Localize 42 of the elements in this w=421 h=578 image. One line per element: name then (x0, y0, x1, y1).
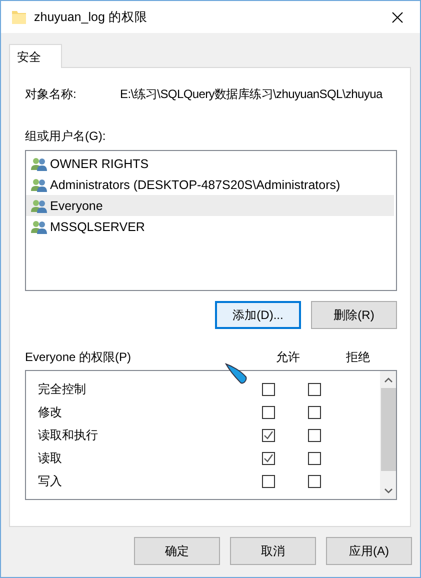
button[interactable]: 取消 (230, 537, 316, 565)
permission-name: 读取 (37, 450, 63, 467)
cursor-icon (225, 363, 249, 385)
users-icon (31, 220, 48, 234)
checkbox[interactable] (308, 452, 321, 465)
section-label: Everyone 的权限(P) (25, 349, 132, 366)
users-icon (31, 198, 48, 212)
button[interactable]: 确定 (134, 537, 220, 565)
users-icon (31, 178, 48, 192)
checkbox[interactable] (308, 383, 321, 396)
folder-icon (12, 10, 26, 24)
column-header: 拒绝 (346, 349, 371, 366)
scrollbar-thumb[interactable] (380, 388, 396, 471)
user-list-item[interactable]: OWNER RIGHTS (26, 153, 394, 174)
permission-name: 修改 (37, 404, 63, 421)
checkbox[interactable] (262, 429, 275, 442)
button[interactable]: 应用(A) (326, 537, 412, 565)
object-path: E:\练习\SQLQuery数据库练习\zhuyuanSQL\zhuyua (120, 86, 382, 103)
close-icon[interactable] (392, 12, 402, 22)
field-label: 对象名称: (25, 86, 78, 103)
section-label: 组或用户名(G): (25, 128, 107, 145)
checkbox[interactable] (308, 475, 321, 488)
checkbox[interactable] (308, 429, 321, 442)
button[interactable]: 添加(D)... (215, 301, 301, 329)
permission-name: 读取和执行 (37, 427, 99, 444)
user-list-item[interactable]: Administrators (DESKTOP-487S20S\Administrators) (26, 174, 394, 195)
scroll-down-icon[interactable] (384, 488, 392, 494)
button[interactable]: 删除(R) (311, 301, 397, 329)
users-icon (31, 156, 48, 170)
column-header: 允许 (276, 349, 301, 366)
window-title: zhuyuan_log 的权限 (34, 8, 148, 26)
checkbox[interactable] (262, 383, 275, 396)
permission-name: 完全控制 (37, 381, 87, 398)
checkbox[interactable] (308, 406, 321, 419)
tab[interactable]: 安全 (9, 44, 62, 68)
checkbox[interactable] (262, 475, 275, 488)
scroll-up-icon[interactable] (384, 376, 392, 382)
permission-name: 写入 (37, 473, 63, 490)
checkbox[interactable] (262, 406, 275, 419)
user-list-item[interactable]: Everyone (26, 195, 394, 216)
user-list-item[interactable]: MSSQLSERVER (26, 216, 394, 237)
checkbox[interactable] (262, 452, 275, 465)
